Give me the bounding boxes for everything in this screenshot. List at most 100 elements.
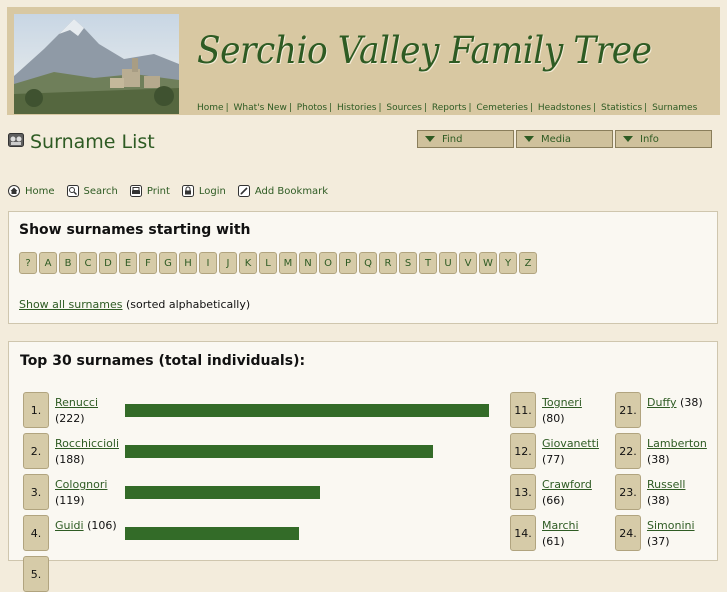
surname-link[interactable]: Rocchiccioli: [55, 437, 119, 450]
letter-button-k[interactable]: K: [239, 252, 257, 274]
letter-button-m[interactable]: M: [279, 252, 297, 274]
surname-count: (66): [542, 494, 565, 507]
letter-button-q[interactable]: Q: [359, 252, 377, 274]
find-menu[interactable]: Find: [417, 130, 514, 148]
letters-panel: Show surnames starting with ? A B C D E F G H I J K…: [8, 211, 718, 324]
letter-button-t[interactable]: T: [419, 252, 437, 274]
media-menu[interactable]: Media: [516, 130, 613, 148]
surname-bar: [125, 486, 320, 499]
letter-button-s[interactable]: S: [399, 252, 417, 274]
toolbar-print[interactable]: Print: [129, 185, 170, 197]
letter-buttons: ? A B C D E F G H I J K L M N O P Q R S T U V W Y Z: [19, 252, 537, 274]
surname-entry: Duffy (38): [647, 395, 703, 411]
top-nav: Home | What's New | Photos | Histories | Sou…: [197, 103, 698, 113]
surname-link[interactable]: Duffy: [647, 396, 677, 409]
nav-histories[interactable]: Histories: [337, 103, 376, 113]
letters-heading: Show surnames starting with: [19, 222, 251, 238]
show-all-line: Show all surnames (sorted alphabetically…: [19, 298, 250, 311]
surname-entry: Colognori (119): [55, 477, 107, 509]
nav-reports[interactable]: Reports: [432, 103, 467, 113]
toolbar-home[interactable]: Home: [8, 185, 55, 197]
rank-badge: 13.: [510, 474, 536, 510]
surname-link[interactable]: Togneri: [542, 396, 582, 409]
site-header: Serchio Valley Family Tree Home | What's …: [7, 7, 720, 115]
letter-button-j[interactable]: J: [219, 252, 237, 274]
surname-link[interactable]: Lamberton: [647, 437, 707, 450]
surname-entry: Marchi (61): [542, 518, 579, 550]
surname-link[interactable]: Russell: [647, 478, 685, 491]
page-title: Surname List: [8, 131, 155, 153]
rank-badge: 1.: [23, 392, 49, 428]
show-all-surnames-link[interactable]: Show all surnames: [19, 298, 123, 311]
surname-link[interactable]: Crawford: [542, 478, 592, 491]
surname-count: (61): [542, 535, 565, 548]
letter-button-c[interactable]: C: [79, 252, 97, 274]
surname-link[interactable]: Simonini: [647, 519, 695, 532]
surname-count: (38): [647, 494, 670, 507]
letter-button-d[interactable]: D: [99, 252, 117, 274]
letter-button-y[interactable]: Y: [499, 252, 517, 274]
surname-bar: [125, 404, 489, 417]
rank-badge: 5.: [23, 556, 49, 592]
lock-icon: [181, 185, 194, 197]
letter-button-n[interactable]: N: [299, 252, 317, 274]
nav-surnames[interactable]: Surnames: [652, 103, 697, 113]
nav-headstones[interactable]: Headstones: [538, 103, 591, 113]
surname-link[interactable]: Marchi: [542, 519, 579, 532]
surname-count: (222): [55, 412, 85, 425]
info-menu[interactable]: Info: [615, 130, 712, 148]
nav-home[interactable]: Home: [197, 103, 224, 113]
rank-badge: 24.: [615, 515, 641, 551]
page-toolbar: Home Search Print Login Add Bookmark: [8, 185, 340, 197]
letter-button-h[interactable]: H: [179, 252, 197, 274]
rank-badge: 11.: [510, 392, 536, 428]
surname-entry: Togneri (80): [542, 395, 582, 427]
surname-count: (37): [647, 535, 670, 548]
nav-cemeteries[interactable]: Cemeteries: [476, 103, 528, 113]
page-title-text: Surname List: [30, 131, 155, 153]
surname-link[interactable]: Renucci: [55, 396, 98, 409]
surname-link[interactable]: Giovanetti: [542, 437, 599, 450]
surname-entry: Lamberton (38): [647, 436, 707, 468]
letter-button-o[interactable]: O: [319, 252, 337, 274]
rank-badge: 12.: [510, 433, 536, 469]
toolbar-bookmark[interactable]: Add Bookmark: [237, 185, 328, 197]
nav-sources[interactable]: Sources: [386, 103, 422, 113]
letter-button-w[interactable]: W: [479, 252, 497, 274]
toolbar-search[interactable]: Search: [66, 185, 118, 197]
letter-button-unknown[interactable]: ?: [19, 252, 37, 274]
rank-badge: 2.: [23, 433, 49, 469]
rank-badge: 3.: [23, 474, 49, 510]
toolbar-login[interactable]: Login: [181, 185, 226, 197]
nav-statistics[interactable]: Statistics: [601, 103, 642, 113]
surname-link[interactable]: Guidi: [55, 519, 84, 532]
surname-link[interactable]: Colognori: [55, 478, 107, 491]
home-icon: [8, 185, 20, 197]
letter-button-p[interactable]: P: [339, 252, 357, 274]
letter-button-a[interactable]: A: [39, 252, 57, 274]
surname-entry: Giovanetti (77): [542, 436, 599, 468]
letter-button-z[interactable]: Z: [519, 252, 537, 274]
bookmark-icon: [237, 185, 250, 197]
nav-whats-new[interactable]: What's New: [234, 103, 287, 113]
surname-count: (119): [55, 494, 85, 507]
rank-badge: 14.: [510, 515, 536, 551]
top-surnames-panel: Top 30 surnames (total individuals): 1. R…: [8, 341, 718, 592]
surname-count: (80): [542, 412, 565, 425]
letter-button-u[interactable]: U: [439, 252, 457, 274]
nav-photos[interactable]: Photos: [297, 103, 327, 113]
letter-button-g[interactable]: G: [159, 252, 177, 274]
letter-button-v[interactable]: V: [459, 252, 477, 274]
letter-button-l[interactable]: L: [259, 252, 277, 274]
print-icon: [129, 185, 142, 197]
letter-button-e[interactable]: E: [119, 252, 137, 274]
surname-icon: [8, 132, 24, 152]
letter-button-r[interactable]: R: [379, 252, 397, 274]
letter-button-f[interactable]: F: [139, 252, 157, 274]
rank-badge: 23.: [615, 474, 641, 510]
letter-button-b[interactable]: B: [59, 252, 77, 274]
letter-button-i[interactable]: I: [199, 252, 217, 274]
surname-count: (77): [542, 453, 565, 466]
rank-badge: 22.: [615, 433, 641, 469]
triangle-down-icon: [425, 136, 435, 142]
